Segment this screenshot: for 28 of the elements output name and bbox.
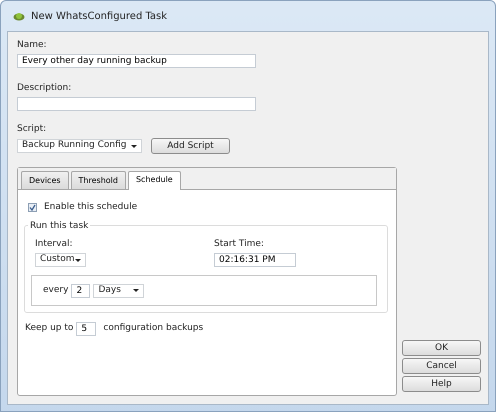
tab[interactable]: Devices [21,171,69,189]
start-time-field[interactable]: 02:16:31 PM [214,253,296,267]
field-label: Interval: [35,239,74,250]
script-dropdown[interactable]: Backup Running Config [17,139,142,153]
tab[interactable]: Threshold [70,171,126,189]
name-field[interactable]: Every other day running backup [17,54,256,68]
field-label: Start Time: [214,239,265,250]
group-title: Run this task [28,220,90,232]
keep-label: Keep up to [25,322,74,336]
checkbox-label: Enable this schedule [44,201,138,214]
backup-count-field[interactable]: 5 [76,322,96,336]
app-icon [13,11,25,21]
field-label: Name: [17,40,48,51]
checkbox[interactable] [28,203,37,212]
interval-count-field[interactable]: 2 [71,284,90,298]
dialog-button[interactable]: Cancel [402,358,481,374]
dialog-button[interactable]: Help [402,376,481,392]
dialog-button[interactable]: OK [402,340,481,356]
every-label: every [43,284,68,297]
keep-suffix: configuration backups [103,322,204,336]
add-script-button[interactable]: Add Script [151,138,230,154]
field-label: Description: [17,83,72,94]
window-title: New WhatsConfigured Task [31,10,168,24]
unit-dropdown[interactable]: Days [93,284,144,298]
description-field[interactable] [17,97,256,111]
field-label: Script: [17,124,48,135]
tab[interactable]: Schedule [128,171,181,190]
interval-dropdown[interactable]: Custom [35,253,86,267]
